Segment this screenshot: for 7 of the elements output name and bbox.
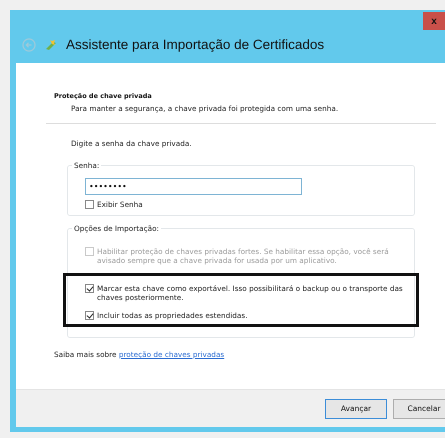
close-button[interactable]: x [423, 12, 445, 30]
checkbox[interactable] [85, 200, 94, 209]
checkbox[interactable] [85, 311, 94, 320]
certificate-icon [44, 38, 58, 52]
checkbox[interactable] [85, 284, 94, 293]
password-field[interactable]: •••••••• [85, 178, 302, 195]
window-title: Assistente para Importação de Certificados [66, 37, 324, 52]
